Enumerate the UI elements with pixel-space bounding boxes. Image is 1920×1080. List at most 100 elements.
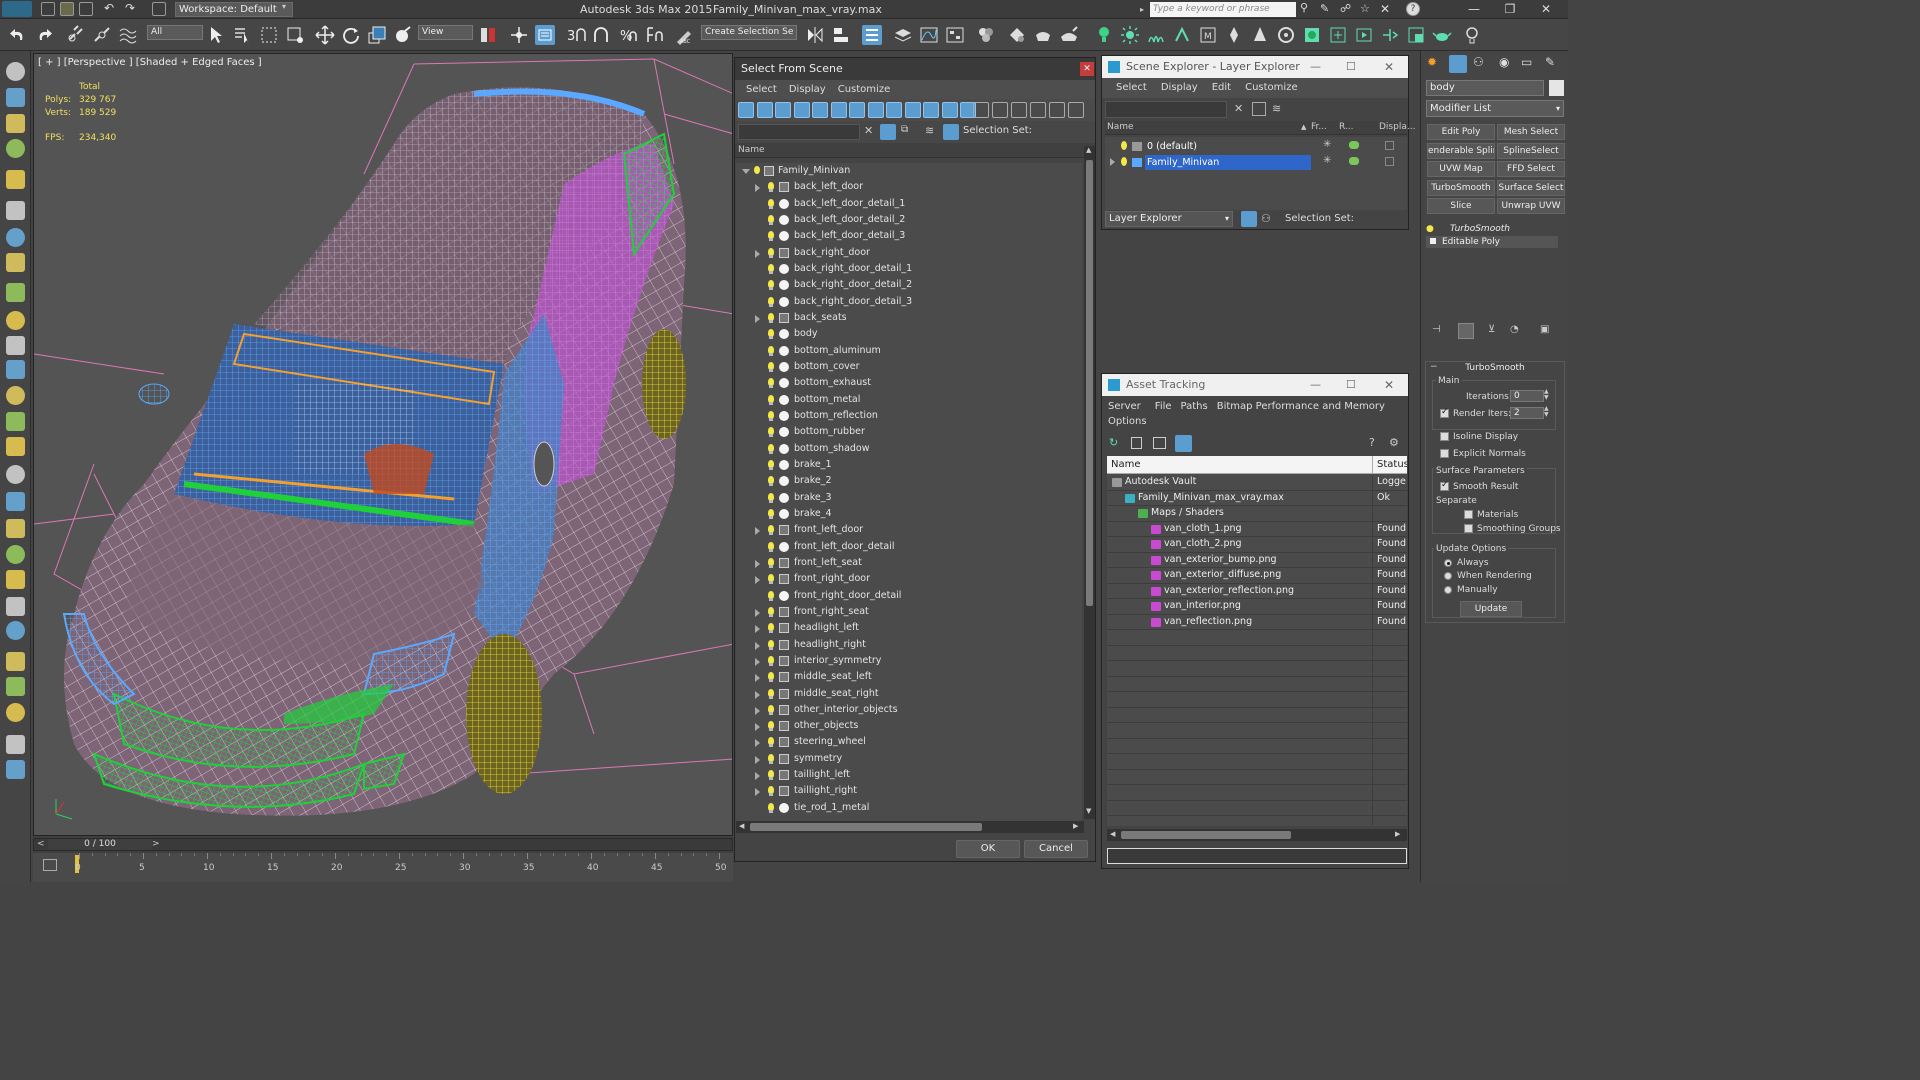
render-iters-checkbox[interactable] <box>1440 407 1449 418</box>
create-tab-sun-icon[interactable]: ✹ <box>1427 55 1437 69</box>
gear-icon[interactable] <box>6 570 25 589</box>
tree-row[interactable]: bottom_reflection <box>736 408 1082 424</box>
object-color-swatch[interactable] <box>1549 80 1564 96</box>
workspace-dropdown[interactable]: Workspace: Default <box>175 2 293 17</box>
rectangular-selection-icon[interactable] <box>259 25 279 45</box>
layers-icon[interactable]: ≋ <box>925 124 941 140</box>
tree-row[interactable]: bottom_metal <box>736 392 1082 408</box>
se-column-header[interactable]: R... <box>1339 122 1354 132</box>
display-none-icon[interactable] <box>738 102 754 118</box>
tree-row[interactable]: middle_seat_right <box>736 686 1082 702</box>
new-layer-icon[interactable] <box>1252 102 1266 116</box>
close-search-icon[interactable]: ✕ <box>1380 2 1394 16</box>
expand-arrow-icon[interactable] <box>755 184 760 193</box>
expand-arrow-icon[interactable] <box>755 657 760 666</box>
tree-row[interactable]: tie_rod_1_metal <box>736 800 1082 816</box>
capsule-icon[interactable] <box>6 652 25 671</box>
palette-icon[interactable] <box>6 735 25 754</box>
expand-arrow-icon[interactable] <box>755 608 760 617</box>
display-tab-icon[interactable]: ▭ <box>1521 55 1532 69</box>
scroll-right-icon[interactable]: ▶ <box>1073 822 1078 830</box>
tree-row[interactable]: bottom_rubber <box>736 424 1082 440</box>
materials-checkbox[interactable] <box>1464 510 1473 519</box>
at-menu-item[interactable]: File <box>1155 401 1172 412</box>
tree-horizontal-scrollbar[interactable]: ◀ ▶ <box>736 821 1084 833</box>
open-file-icon[interactable] <box>60 2 74 16</box>
maximize-scene-explorer-icon[interactable]: ☐ <box>1346 56 1356 78</box>
tree-vertical-scrollbar[interactable]: ▲ ▼ <box>1084 146 1095 819</box>
new-file-icon[interactable] <box>41 2 55 16</box>
frozen-filter-icon[interactable] <box>941 102 958 118</box>
cylinder-icon[interactable] <box>6 336 25 355</box>
expand-arrow-icon[interactable] <box>755 559 760 568</box>
spacewarps-filter-icon[interactable] <box>849 102 865 118</box>
asset-row[interactable]: Family_Minivan_max_vray.max Ok <box>1107 490 1407 506</box>
tree-row[interactable]: headlight_left <box>736 620 1082 636</box>
rendered-frame-window-icon[interactable] <box>1033 25 1053 45</box>
rollout-minus-icon[interactable]: − <box>1430 362 1438 372</box>
percent-snap-icon[interactable]: % <box>618 25 638 45</box>
minimize-scene-explorer-icon[interactable]: — <box>1310 56 1321 78</box>
redo-icon[interactable]: ↷ <box>125 2 139 16</box>
table-view-icon[interactable] <box>1175 435 1192 452</box>
column-header-name[interactable]: Name <box>735 143 1095 158</box>
redo-icon[interactable] <box>34 25 54 45</box>
expand-arrow-icon[interactable] <box>755 314 760 323</box>
tree-row[interactable]: headlight_right <box>736 637 1082 653</box>
expand-arrow-icon[interactable] <box>755 674 760 683</box>
modifier-button[interactable]: Slice <box>1427 198 1495 214</box>
select-by-name-icon[interactable] <box>233 25 253 45</box>
asset-row[interactable] <box>1107 800 1407 816</box>
selection-filter-dropdown[interactable]: All <box>147 25 203 40</box>
expand-arrow-icon[interactable] <box>755 788 760 797</box>
minimize-window-icon[interactable]: — <box>1460 1 1488 17</box>
window-crossing-icon[interactable] <box>285 25 305 45</box>
asset-hscroll-thumb[interactable] <box>1121 831 1291 839</box>
expand-arrow-icon[interactable] <box>755 625 760 634</box>
render-iters-spinner-arrows-icon[interactable]: ▲ ▼ <box>1544 406 1549 418</box>
make-unique-icon[interactable]: ⊻ <box>1488 324 1495 335</box>
tree-row[interactable]: back_left_door_detail_3 <box>736 228 1082 244</box>
expand-arrow-icon[interactable] <box>755 641 760 650</box>
tree-row[interactable]: steering_wheel <box>736 734 1082 750</box>
vray-fur-icon[interactable] <box>1146 25 1166 45</box>
expand-arrow-icon[interactable] <box>755 723 760 732</box>
asset-row[interactable]: van_exterior_bump.png Found <box>1107 552 1407 568</box>
filter-options-icon[interactable] <box>1049 102 1065 118</box>
lights-filter-icon[interactable] <box>793 102 810 118</box>
search-arrows-icon[interactable]: ▸ <box>1140 5 1148 14</box>
modifier-list-dropdown[interactable]: Modifier List ▾ <box>1426 100 1564 117</box>
move-icon[interactable] <box>315 25 335 45</box>
xrefs-filter-icon[interactable] <box>886 102 902 118</box>
camera-icon[interactable] <box>6 545 25 564</box>
layer-row[interactable]: 0 (default) ✳ <box>1105 139 1407 154</box>
explorer-type-dropdown[interactable]: Layer Explorer ▾ <box>1105 211 1233 227</box>
asset-row[interactable]: van_exterior_diffuse.png Found <box>1107 568 1407 584</box>
layer-row[interactable]: Family_Minivan ✳ <box>1105 155 1407 170</box>
select-object-icon[interactable] <box>207 25 227 45</box>
freeze-snowflake-icon[interactable]: ✳ <box>1323 155 1331 166</box>
tree-row[interactable]: taillight_right <box>736 783 1082 799</box>
tree-scroll-thumb[interactable] <box>1086 160 1093 606</box>
tree-row[interactable]: back_right_door <box>736 245 1082 261</box>
ok-button[interactable]: OK <box>956 840 1020 858</box>
maximize-asset-tracking-icon[interactable]: ☐ <box>1346 374 1356 396</box>
select-children-icon[interactable]: ⧉ <box>901 124 917 140</box>
refresh-icon[interactable]: ↻ <box>1109 436 1118 449</box>
array-icon[interactable] <box>6 139 25 158</box>
always-radio[interactable] <box>1444 559 1452 567</box>
vray-region-icon[interactable] <box>1406 25 1426 45</box>
find-input[interactable] <box>738 124 860 140</box>
save-file-icon[interactable] <box>79 2 93 16</box>
modifier-button[interactable]: Unwrap UVW <box>1497 198 1565 214</box>
time-slider-thumb[interactable]: 0 / 100 <box>48 839 152 850</box>
tree-row[interactable]: brake_3 <box>736 490 1082 506</box>
object-name-input[interactable]: body <box>1426 80 1544 96</box>
asset-row[interactable] <box>1107 816 1407 826</box>
modifier-button[interactable]: TurboSmooth <box>1427 179 1495 196</box>
tree-row[interactable]: front_right_seat <box>736 604 1082 620</box>
edit-named-selection-icon[interactable]: ABC <box>674 25 694 45</box>
tree-row[interactable]: front_left_door_detail <box>736 539 1082 555</box>
vray-material-icon[interactable] <box>1302 25 1322 45</box>
scroll-down-icon[interactable]: ▼ <box>1086 807 1091 815</box>
